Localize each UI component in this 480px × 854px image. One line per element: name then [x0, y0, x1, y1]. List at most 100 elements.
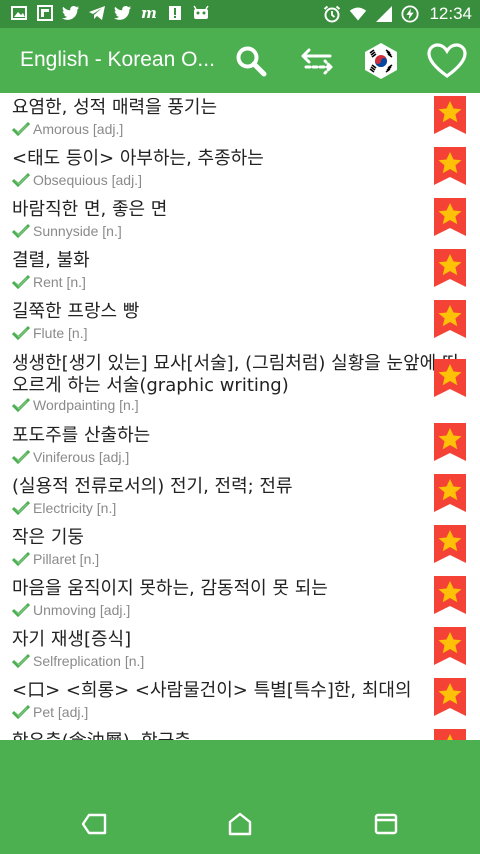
check-icon [12, 449, 30, 465]
bookmark-button[interactable] [434, 729, 466, 740]
bookmark-star-icon [434, 96, 466, 134]
list-item[interactable]: 생생한[생기 있는] 묘사[서술], (그림처럼) 실황을 눈앞에 떠오르게 하… [0, 349, 480, 421]
page-title: English - Korean O... [20, 48, 215, 71]
language-flag-button[interactable] [358, 38, 404, 84]
bookmark-star-icon [434, 678, 466, 716]
bookmark-star-icon [434, 147, 466, 185]
check-icon [12, 653, 30, 669]
english-word: Unmoving [adj.] [12, 602, 130, 618]
system-icons: 12:34 [323, 4, 472, 24]
list-item[interactable]: 요염한, 성적 매력을 풍기는 Amorous [adj.] [0, 93, 480, 144]
svg-text:m: m [141, 5, 157, 21]
check-icon [12, 223, 30, 239]
bookmark-star-icon [434, 198, 466, 236]
korean-definition: 자기 재생[증식] [12, 629, 132, 650]
notification-icons: m [10, 4, 210, 22]
android-icon [192, 4, 210, 22]
bookmark-button[interactable] [434, 474, 466, 512]
english-word-text: Amorous [adj.] [33, 121, 124, 137]
english-word-text: Pillaret [n.] [33, 551, 100, 567]
check-icon [12, 274, 30, 290]
search-icon [236, 46, 267, 77]
list-item[interactable]: 함유층(含油層), 함균층 [0, 727, 480, 740]
english-word: Pet [adj.] [12, 704, 88, 720]
list-item[interactable]: (실용적 전류로서의) 전기, 전력; 전류 Electricity [n.] [0, 472, 480, 523]
check-icon [12, 551, 30, 567]
list-item[interactable]: 작은 기둥 Pillaret [n.] [0, 523, 480, 574]
alarm-icon [323, 5, 341, 23]
list-item[interactable]: 바람직한 면, 좋은 면 Sunnyside [n.] [0, 195, 480, 246]
bookmark-button[interactable] [434, 359, 466, 397]
korean-definition: 포도주를 산출하는 [12, 425, 151, 446]
app-bar: English - Korean O... [0, 28, 480, 93]
bookmark-star-icon [434, 474, 466, 512]
swap-language-button[interactable] [294, 38, 340, 84]
recents-button[interactable] [372, 810, 400, 838]
navigation-bar [0, 794, 480, 854]
check-icon [12, 602, 30, 618]
list-item[interactable]: 길쭉한 프랑스 빵 Flute [n.] [0, 297, 480, 348]
english-word-text: Unmoving [adj.] [33, 602, 131, 618]
english-word: Flute [n.] [12, 325, 87, 341]
bookmark-button[interactable] [434, 147, 466, 185]
bookmark-star-icon [434, 627, 466, 665]
english-word-text: Viniferous [adj.] [33, 449, 130, 465]
check-icon [12, 325, 30, 341]
list-item[interactable]: 자기 재생[증식] Selfreplication [n.] [0, 625, 480, 676]
english-word-text: Obsequious [adj.] [33, 172, 142, 188]
english-word-text: Rent [n.] [33, 274, 86, 290]
korean-definition: 생생한[생기 있는] 묘사[서술], (그림처럼) 실황을 눈앞에 떠오르게 하… [12, 353, 459, 396]
check-icon [12, 172, 30, 188]
check-icon [12, 500, 30, 516]
korean-definition: <口> <희롱> <사람물건이> 특별[특수]한, 최대의 [12, 680, 412, 701]
flipboard-icon [36, 4, 54, 22]
bottom-panel [0, 740, 480, 794]
list-item[interactable]: 마음을 움직이지 못하는, 감동적이 못 되는 Unmoving [adj.] [0, 574, 480, 625]
check-icon [12, 704, 30, 720]
bookmark-button[interactable] [434, 96, 466, 134]
back-button[interactable] [80, 810, 108, 838]
battery-icon [401, 5, 420, 23]
twitter-icon [62, 4, 80, 22]
bookmark-button[interactable] [434, 423, 466, 461]
bookmark-star-icon [434, 359, 466, 397]
english-word: Rent [n.] [12, 274, 86, 290]
korean-definition: 결렬, 불화 [12, 250, 90, 271]
heart-icon [427, 43, 467, 78]
english-word: Selfreplication [n.] [12, 653, 144, 669]
english-word: Viniferous [adj.] [12, 449, 129, 465]
korean-definition: 길쭉한 프랑스 빵 [12, 301, 140, 322]
bookmark-button[interactable] [434, 300, 466, 338]
bookmark-star-icon [434, 729, 466, 740]
english-word-text: Wordpainting [n.] [33, 397, 139, 413]
bookmark-button[interactable] [434, 627, 466, 665]
list-item[interactable]: <태도 등이> 아부하는, 추종하는 Obsequious [adj.] [0, 144, 480, 195]
list-item[interactable]: 결렬, 불화 Rent [n.] [0, 246, 480, 297]
korea-flag-icon [365, 43, 397, 79]
bookmark-button[interactable] [434, 576, 466, 614]
word-list: 요염한, 성적 매력을 풍기는 Amorous [adj.] <태도 등이> 아부하… [0, 93, 480, 740]
english-word: Electricity [n.] [12, 500, 116, 516]
home-button[interactable] [226, 810, 254, 838]
korean-definition: 작은 기둥 [12, 527, 84, 548]
favorites-button[interactable] [424, 38, 470, 84]
korean-definition: 요염한, 성적 매력을 풍기는 [12, 97, 218, 118]
home-icon [228, 812, 252, 836]
list-item[interactable]: 포도주를 산출하는 Viniferous [adj.] [0, 421, 480, 472]
image-icon [10, 4, 28, 22]
bookmark-button[interactable] [434, 678, 466, 716]
bookmark-button[interactable] [434, 525, 466, 563]
english-word-text: Flute [n.] [33, 325, 88, 341]
english-word: Amorous [adj.] [12, 121, 123, 137]
english-word: Wordpainting [n.] [12, 397, 139, 413]
bookmark-button[interactable] [434, 249, 466, 287]
english-word: Pillaret [n.] [12, 551, 99, 567]
bookmark-button[interactable] [434, 198, 466, 236]
list-item[interactable]: <口> <희롱> <사람물건이> 특별[특수]한, 최대의 Pet [adj.] [0, 676, 480, 727]
telegram-icon [88, 4, 106, 22]
search-button[interactable] [228, 38, 274, 84]
english-word: Obsequious [adj.] [12, 172, 142, 188]
english-word-text: Sunnyside [n.] [33, 223, 122, 239]
wifi-icon [349, 5, 367, 23]
bookmark-star-icon [434, 576, 466, 614]
